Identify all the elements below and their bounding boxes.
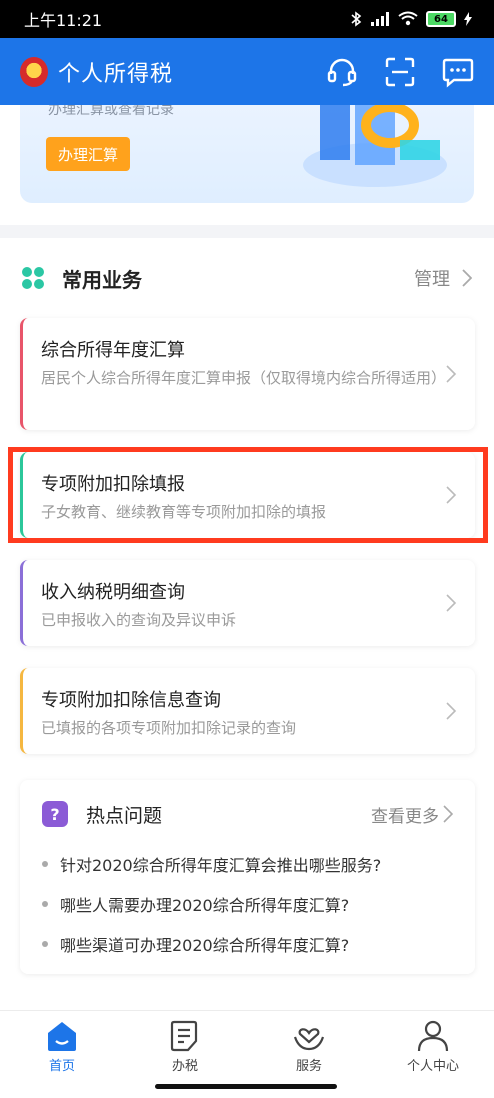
battery-indicator: 64 xyxy=(426,11,456,27)
wifi-icon xyxy=(398,11,418,26)
question-icon: ? xyxy=(42,801,68,827)
bullet-icon xyxy=(42,861,48,867)
status-icons: 64 xyxy=(350,11,472,27)
bullet-icon xyxy=(42,901,48,907)
settle-button[interactable]: 办理汇算 xyxy=(46,137,131,171)
chevron-right-icon xyxy=(446,486,457,504)
view-more-label: 查看更多 xyxy=(371,806,439,827)
chevron-right-icon xyxy=(446,365,457,383)
bullet-icon xyxy=(42,941,48,947)
hot-question-item[interactable]: 针对2020综合所得年度汇算会推出哪些服务? xyxy=(42,852,381,876)
card-desc: 居民个人综合所得年度汇算申报（仅取得境内综合所得适用） xyxy=(41,369,447,387)
app-title: 个人所得税 xyxy=(58,61,174,87)
section-title: 常用业务 xyxy=(62,267,142,292)
service-card-special-deduction-fill[interactable]: 专项附加扣除填报 子女教育、继续教育等专项附加扣除的填报 xyxy=(20,452,475,538)
card-title: 收入纳税明细查询 xyxy=(41,582,185,603)
chevron-right-icon xyxy=(462,269,472,287)
chevron-right-icon xyxy=(446,594,457,612)
view-more-link[interactable]: 查看更多 xyxy=(371,802,453,827)
clover-icon xyxy=(22,267,44,289)
nav-label: 个人中心 xyxy=(406,1059,459,1074)
hot-questions-card: ? 热点问题 查看更多 针对2020综合所得年度汇算会推出哪些服务? 哪些人需要… xyxy=(20,780,475,974)
person-icon xyxy=(417,1020,449,1052)
bluetooth-icon xyxy=(351,11,362,27)
status-time: 上午11:21 xyxy=(24,11,103,30)
annual-settlement-banner: 办理汇算或查看记录 办理汇算 xyxy=(20,105,474,203)
nav-personal-center[interactable]: 个人中心 xyxy=(383,1019,483,1074)
nav-tax[interactable]: 办税 xyxy=(135,1019,235,1074)
nav-label: 办税 xyxy=(171,1059,198,1074)
banner-section: 办理汇算或查看记录 办理汇算 xyxy=(0,105,494,225)
nav-label: 服务 xyxy=(295,1059,322,1074)
card-title: 综合所得年度汇算 xyxy=(41,340,185,361)
charging-icon xyxy=(464,12,472,26)
nav-label: 首页 xyxy=(48,1059,75,1074)
heart-hands-icon xyxy=(293,1028,325,1051)
common-services-header: 常用业务 管理 xyxy=(0,258,494,298)
headset-icon xyxy=(327,58,357,86)
app-header: 个人所得税 xyxy=(0,38,494,105)
nav-home[interactable]: 首页 xyxy=(12,1019,112,1074)
manage-label: 管理 xyxy=(414,269,450,290)
home-indicator[interactable] xyxy=(155,1084,337,1089)
hot-question-item[interactable]: 哪些人需要办理2020综合所得年度汇算? xyxy=(42,892,349,916)
hot-question-item[interactable]: 哪些渠道可办理2020综合所得年度汇算? xyxy=(42,932,349,956)
messages-button[interactable] xyxy=(442,56,474,88)
message-icon xyxy=(442,58,474,88)
scan-icon xyxy=(385,57,415,86)
service-card-income-tax-query[interactable]: 收入纳税明细查询 已申报收入的查询及异议申诉 xyxy=(20,560,475,646)
manage-button[interactable]: 管理 xyxy=(414,265,472,291)
question-text: 针对2020综合所得年度汇算会推出哪些服务? xyxy=(60,856,382,875)
question-text: 哪些人需要办理2020综合所得年度汇算? xyxy=(60,896,350,915)
scan-button[interactable] xyxy=(384,56,416,88)
home-icon xyxy=(48,1022,76,1051)
chevron-right-icon xyxy=(443,805,453,823)
tax-doc-icon xyxy=(170,1020,198,1052)
hot-questions-header: ? 热点问题 查看更多 xyxy=(20,800,475,828)
service-card-annual-settlement[interactable]: 综合所得年度汇算 居民个人综合所得年度汇算申报（仅取得境内综合所得适用） xyxy=(20,318,475,430)
national-emblem-icon xyxy=(20,56,48,87)
nav-services[interactable]: 服务 xyxy=(259,1019,359,1074)
card-title: 专项附加扣除填报 xyxy=(41,474,185,495)
chevron-right-icon xyxy=(446,702,457,720)
signal-icon xyxy=(371,12,389,26)
header-actions xyxy=(326,56,474,88)
card-desc: 已申报收入的查询及异议申诉 xyxy=(41,611,237,629)
card-desc: 已填报的各项专项附加扣除记录的查询 xyxy=(41,719,297,737)
card-title: 专项附加扣除信息查询 xyxy=(41,690,221,711)
question-text: 哪些渠道可办理2020综合所得年度汇算? xyxy=(60,936,350,955)
customer-service-button[interactable] xyxy=(326,56,358,88)
banner-subtitle: 办理汇算或查看记录 xyxy=(48,105,174,118)
status-bar: 上午11:21 64 xyxy=(0,0,494,38)
hot-questions-title: 热点问题 xyxy=(86,804,163,827)
data-chart-illustration xyxy=(303,105,447,187)
service-card-deduction-info-query[interactable]: 专项附加扣除信息查询 已填报的各项专项附加扣除记录的查询 xyxy=(20,668,475,754)
card-desc: 子女教育、继续教育等专项附加扣除的填报 xyxy=(41,503,327,521)
